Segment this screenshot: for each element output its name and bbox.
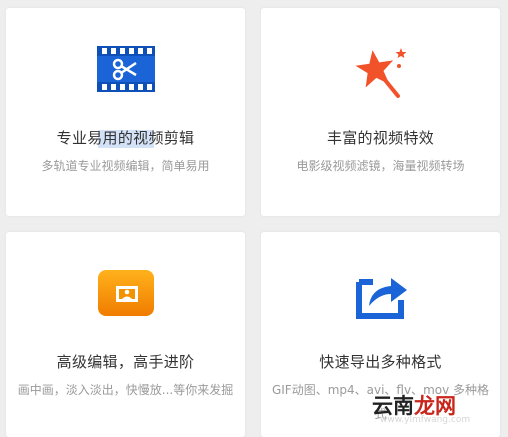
picture-in-picture-icon — [94, 268, 158, 338]
feature-title: 专业易用的视频剪辑 — [56, 129, 195, 147]
feature-title: 快速导出多种格式 — [319, 353, 442, 371]
feature-card-video-effects: 丰富的视频特效 电影级视频滤镜，海量视频转场 — [261, 8, 500, 216]
feature-description: 画中画，淡入淡出，快慢放...等你来发掘 — [17, 383, 234, 397]
feature-description: 多轨道专业视频编辑，简单易用 — [41, 159, 210, 173]
export-share-icon — [349, 268, 413, 338]
film-scissors-icon — [94, 44, 158, 148]
feature-description: 电影级视频滤镜，海量视频转场 — [296, 159, 465, 173]
feature-card-advanced-editing: 高级编辑，高手进阶 画中画，淡入淡出，快慢放...等你来发掘 — [6, 232, 245, 437]
watermark-url: www.ylmfwang.com — [380, 415, 471, 425]
feature-card-video-editing: 专业易用的视频剪辑 多轨道专业视频编辑，简单易用 — [6, 8, 245, 216]
magic-star-wand-icon — [349, 44, 413, 114]
feature-title: 丰富的视频特效 — [326, 129, 435, 147]
feature-title: 高级编辑，高手进阶 — [56, 353, 195, 371]
